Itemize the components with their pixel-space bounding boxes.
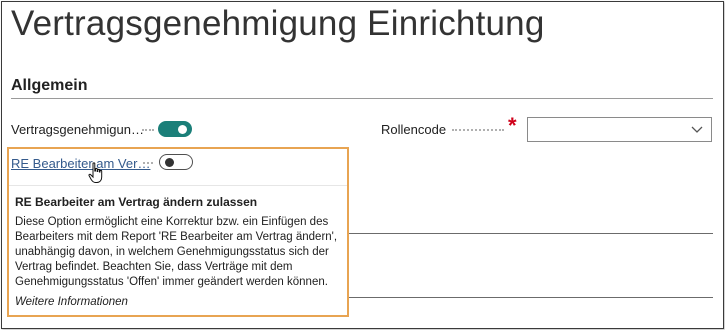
chevron-down-icon [691,126,703,133]
toggle-knob [178,125,187,134]
hand-pointer-icon [88,162,103,183]
background-divider [347,233,713,234]
tooltip-line: Vertrag befindet. Beachten Sie, dass Ver… [15,261,293,273]
background-divider [347,297,713,298]
tooltip-line: Genehmigungsstatus 'Offen' immer geänder… [15,276,328,288]
tooltip-line: Diese Option ermöglicht eine Korrektur b… [15,216,329,228]
field-label-rollencode: Rollencode [381,122,447,137]
page-title: Vertragsgenehmigung Einrichtung [11,4,545,43]
asterisk-icon: * [508,113,517,138]
rollencode-select[interactable] [527,117,712,142]
tooltip-body: Diese Option ermöglicht eine Korrektur b… [15,215,345,290]
tooltip-separator [9,185,347,186]
field-label-re-bearbeiter[interactable]: RE Bearbeiter am Ver… [11,156,150,171]
tooltip-line: unabhängig davon, in welchem Genehmigung… [15,246,329,258]
section-title-allgemein[interactable]: Allgemein [11,77,87,95]
toggle-knob [165,158,174,167]
window-frame: Vertragsgenehmigung Einrichtung Allgemei… [1,1,724,329]
tooltip-line: Bearbeiters mit dem Report 'RE Bearbeite… [15,231,338,243]
field-dots [142,129,154,132]
toggle-re-bearbeiter[interactable] [159,154,193,170]
field-dots [143,162,153,165]
tooltip-field-row: RE Bearbeiter am Ver… [9,149,347,187]
section-divider [11,98,713,99]
tooltip-title: RE Bearbeiter am Vertrag ändern zulassen [15,195,258,209]
more-information-link[interactable]: Weitere Informationen [15,296,128,308]
field-label-vertragsgenehmigung: Vertragsgenehmigun… [11,122,144,137]
field-tooltip-popup: RE Bearbeiter am Ver… RE Bearbeiter am V… [7,147,349,317]
toggle-vertragsgenehmigung[interactable] [158,121,192,137]
field-dots [452,129,504,132]
